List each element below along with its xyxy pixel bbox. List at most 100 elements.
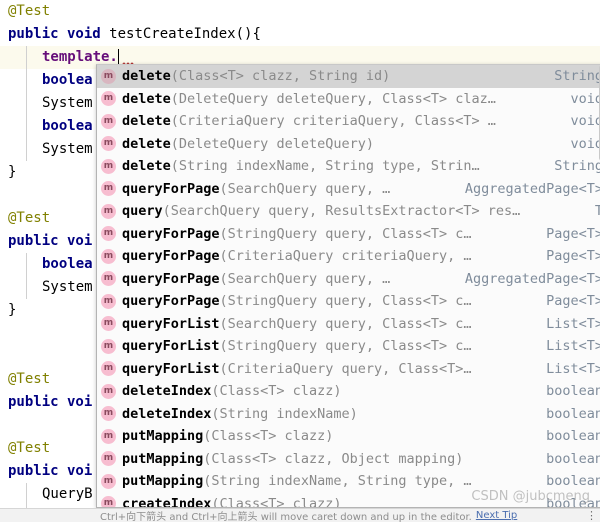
completion-signature: delete(CriteriaQuery criteriaQuery, Clas… — [122, 113, 496, 129]
completion-return-type: void — [570, 90, 600, 107]
completion-method-params: (String indexName, String type, Strin… — [170, 158, 480, 175]
completion-item[interactable]: m delete(DeleteQuery deleteQuery, Class<T… — [97, 88, 600, 111]
method-icon: m — [101, 181, 116, 197]
completion-signature: deleteIndex(Class<T> clazz) — [122, 383, 341, 399]
completion-item[interactable]: m deleteIndex(Class<T> clazz) boolean — [97, 380, 600, 403]
tip-status-bar: Ctrl+向下箭头 and Ctrl+向上箭头 will move caret … — [0, 508, 600, 522]
method-icon: m — [101, 248, 116, 264]
method-icon: m — [101, 158, 116, 174]
completion-return-type: boolean — [546, 428, 600, 444]
completion-method-name: queryForList — [122, 315, 220, 332]
completion-return-type: List<T> — [546, 360, 600, 377]
completion-signature: delete(String indexName, String type, St… — [122, 158, 480, 174]
completion-item[interactable]: m queryForList(CriteriaQuery query, Class… — [97, 358, 600, 381]
completion-item[interactable]: m queryForPage(StringQuery query, Class<T… — [97, 290, 600, 313]
completion-method-params: (SearchQuery query, Class<T> c… — [219, 315, 472, 332]
completion-item[interactable]: m putMapping(Class<T> clazz, Object mappi… — [97, 448, 600, 471]
code-token: testCreateIndex(){ — [109, 26, 261, 42]
completion-method-name: putMapping — [122, 473, 204, 490]
completion-method-params: (Class<T> clazz) — [211, 495, 342, 508]
indent-guide — [26, 46, 27, 161]
completion-return-type: String — [554, 158, 600, 174]
completion-item[interactable]: m putMapping(Class<T> clazz) boolean — [97, 425, 600, 448]
completion-signature: putMapping(Class<T> clazz, Object mappin… — [122, 451, 463, 467]
code-token: boolea — [42, 118, 93, 134]
completion-method-params: (SearchQuery query, … — [219, 180, 391, 197]
completion-method-params: (Class<T> clazz, String id) — [170, 68, 391, 85]
completion-signature: deleteIndex(String indexName) — [122, 406, 358, 422]
completion-item[interactable]: m deleteIndex(String indexName) boolean — [97, 403, 600, 426]
method-icon: m — [101, 91, 116, 107]
completion-signature: putMapping(String indexName, String type… — [122, 473, 472, 489]
code-token: @Test — [8, 371, 51, 387]
completion-item[interactable]: m queryForList(SearchQuery query, Class<T… — [97, 313, 600, 336]
completion-item[interactable]: m delete(Class<T> clazz, String id) String — [97, 65, 600, 88]
completion-method-name: createIndex — [122, 495, 212, 508]
completion-item[interactable]: m delete(String indexName, String type, S… — [97, 155, 600, 178]
method-icon: m — [101, 271, 116, 287]
completion-return-type: boolean — [546, 450, 600, 467]
method-icon: m — [101, 68, 116, 84]
completion-method-name: putMapping — [122, 450, 204, 467]
method-icon: m — [101, 226, 116, 242]
completion-method-params: (Class<T> clazz, Object mapping) — [203, 450, 464, 467]
completion-item[interactable]: m queryForPage(SearchQuery query, … Aggreg… — [97, 268, 600, 291]
completion-item[interactable]: m delete(CriteriaQuery criteriaQuery, Cla… — [97, 110, 600, 133]
code-token: template. — [42, 49, 118, 65]
completion-item[interactable]: m queryForList(StringQuery query, Class<T… — [97, 335, 600, 358]
completion-return-type: boolean — [546, 383, 600, 399]
tip-text: Ctrl+向下箭头 and Ctrl+向上箭头 will move caret … — [100, 512, 472, 522]
completion-signature: queryForList(CriteriaQuery query, Class<… — [122, 361, 472, 377]
code-token: QueryB — [42, 486, 93, 502]
completion-method-name: queryForPage — [122, 180, 220, 197]
completion-method-params: (CriteriaQuery criteriaQuery, Class<T> … — [170, 113, 496, 130]
code-token: boolea — [42, 72, 93, 88]
completion-signature: queryForPage(SearchQuery query, … — [122, 271, 390, 287]
code-token: public voi — [8, 233, 93, 249]
more-options-icon[interactable]: ⋮ — [586, 510, 597, 521]
completion-signature: queryForPage(StringQuery query, Class<T>… — [122, 226, 472, 242]
completion-item-list[interactable]: m delete(Class<T> clazz, String id) String… — [97, 65, 600, 508]
code-line: @Test — [0, 0, 600, 23]
method-icon: m — [101, 428, 116, 444]
next-tip-link[interactable]: Next Tip — [476, 510, 517, 521]
completion-method-params: (String indexName) — [211, 405, 358, 422]
completion-signature: delete(Class<T> clazz, String id) — [122, 68, 390, 84]
completion-return-type: Page<T> — [546, 248, 600, 264]
completion-item[interactable]: m queryForPage(CriteriaQuery criteriaQuer… — [97, 245, 600, 268]
completion-method-params: (Class<T> clazz) — [203, 428, 334, 445]
code-token: System — [42, 95, 93, 111]
completion-signature: createIndex(Class<T> clazz) — [122, 495, 342, 508]
completion-method-params: (CriteriaQuery criteriaQuery, … — [219, 248, 472, 265]
completion-item[interactable]: m delete(DeleteQuery deleteQuery) void — [97, 133, 600, 156]
completion-return-type: List<T> — [546, 338, 600, 354]
completion-item[interactable]: m query(SearchQuery query, ResultsExtract… — [97, 200, 600, 223]
code-token: } — [8, 164, 17, 180]
method-icon: m — [101, 451, 116, 467]
completion-signature: queryForList(StringQuery query, Class<T>… — [122, 338, 472, 354]
completion-method-params: (StringQuery query, Class<T> c… — [219, 225, 472, 242]
completion-method-name: delete — [122, 113, 171, 130]
completion-method-name: deleteIndex — [122, 405, 212, 422]
text-caret — [117, 49, 119, 64]
code-token: System — [42, 141, 93, 157]
method-icon: m — [101, 383, 116, 399]
method-icon: m — [101, 316, 116, 332]
indent-guide — [26, 253, 27, 299]
completion-item[interactable]: m putMapping(String indexName, String typ… — [97, 470, 600, 493]
completion-signature: queryForPage(StringQuery query, Class<T>… — [122, 293, 472, 309]
method-icon: m — [101, 496, 116, 507]
code-token: public void — [8, 26, 110, 42]
completion-return-type: void — [570, 135, 600, 152]
completion-item[interactable]: m queryForPage(StringQuery query, Class<T… — [97, 223, 600, 246]
completion-method-name: queryForPage — [122, 293, 220, 310]
completion-method-name: deleteIndex — [122, 383, 212, 400]
completion-method-name: queryForList — [122, 360, 220, 377]
code-completion-popup[interactable]: m delete(Class<T> clazz, String id) String… — [96, 64, 600, 508]
completion-item[interactable]: m queryForPage(SearchQuery query, … Aggreg… — [97, 178, 600, 201]
completion-item[interactable]: m createIndex(Class<T> clazz) boolean — [97, 493, 600, 508]
method-icon: m — [101, 293, 116, 309]
completion-signature: queryForPage(CriteriaQuery criteriaQuery… — [122, 248, 472, 264]
completion-method-name: delete — [122, 90, 171, 107]
completion-return-type: boolean — [546, 405, 600, 422]
